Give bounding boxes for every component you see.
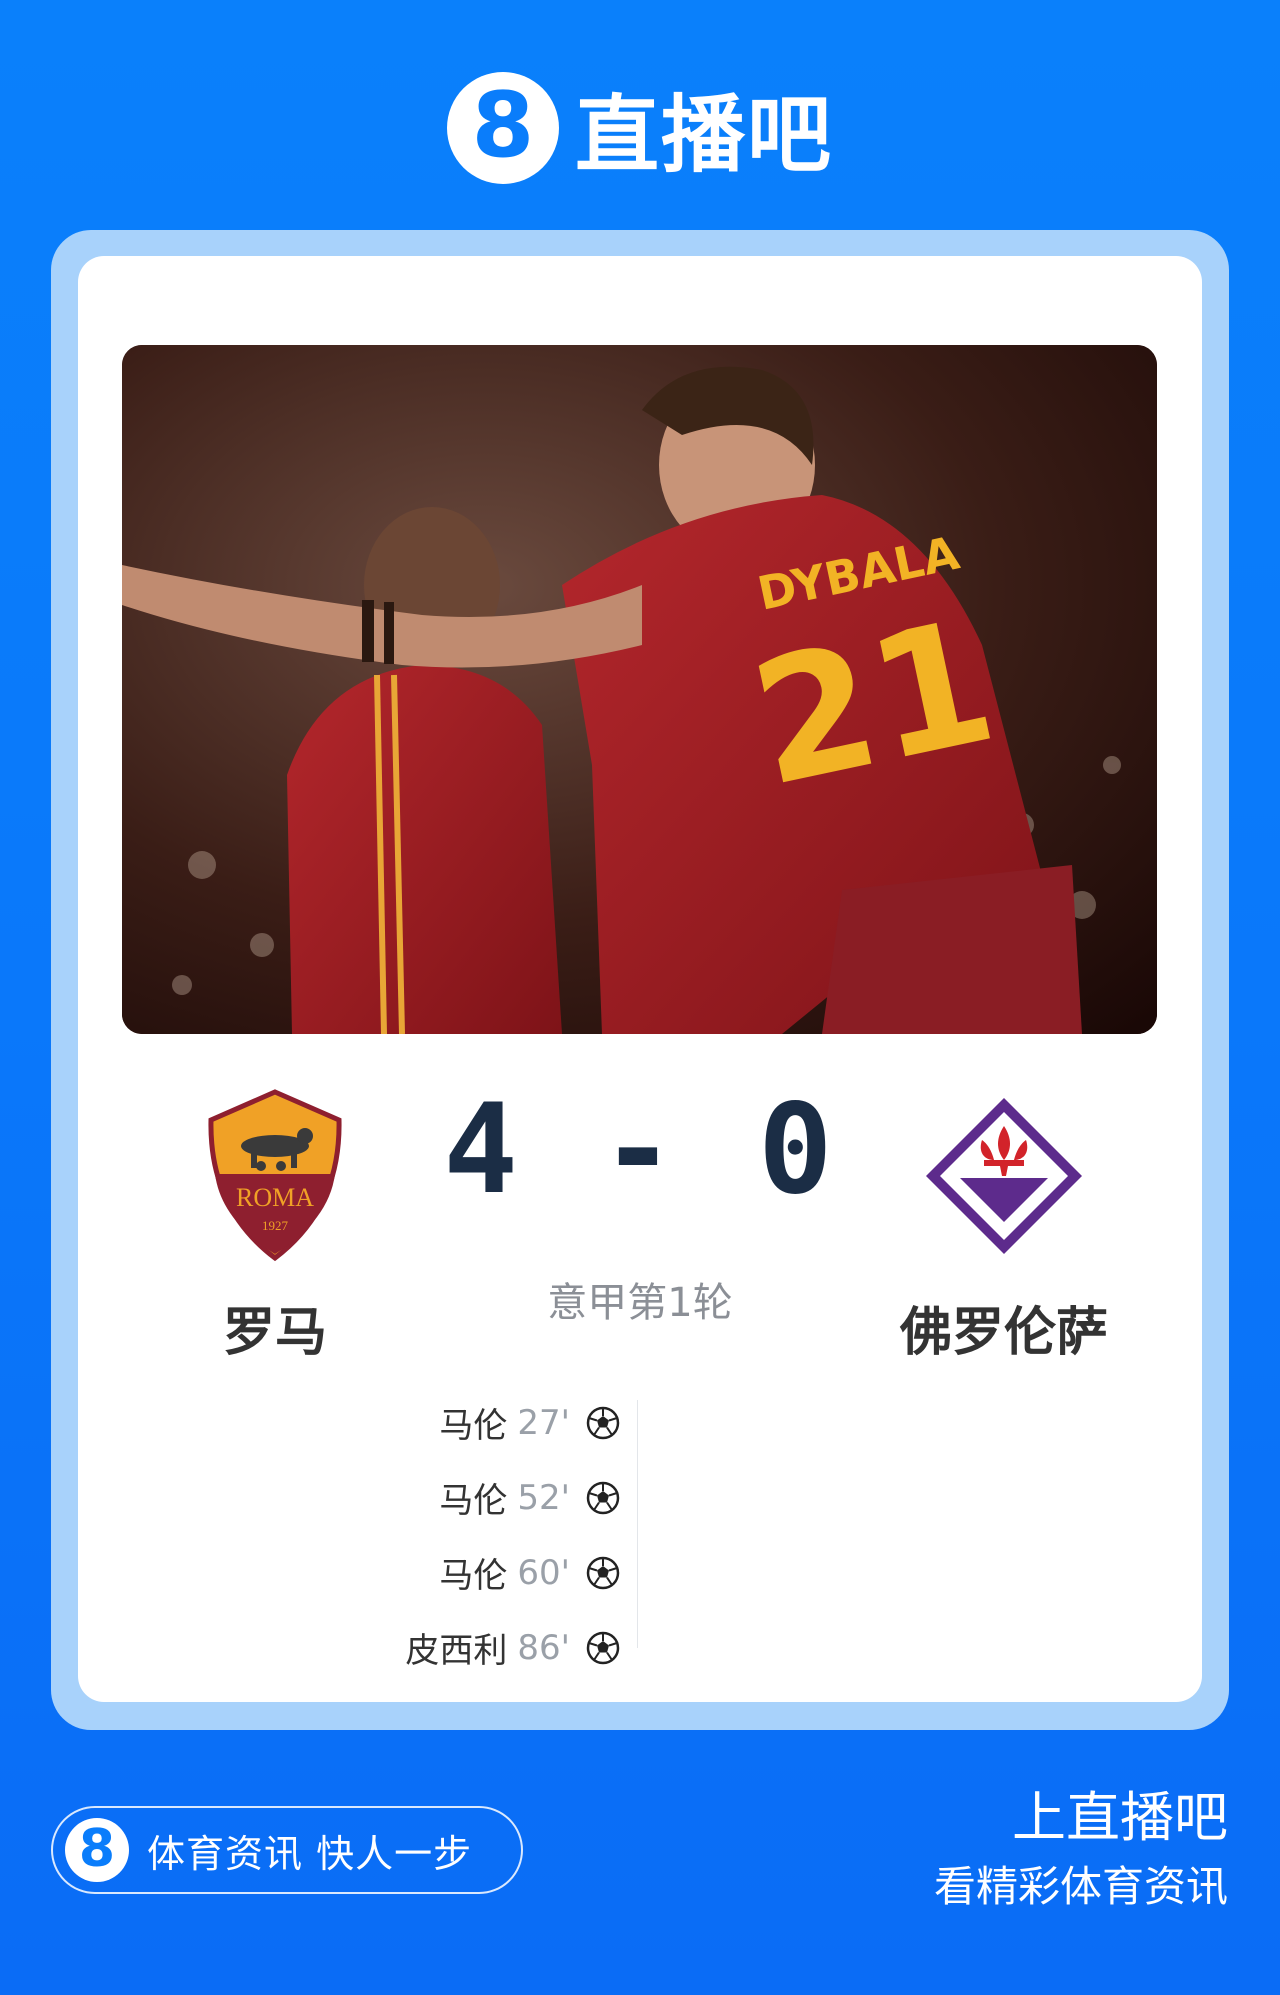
fiorentina-crest-icon (922, 1094, 1086, 1262)
goal-minute: 60' (517, 1552, 570, 1593)
goal-minute: 27' (517, 1402, 570, 1443)
goal-item: 皮西利 86' (300, 1610, 620, 1685)
celebration-image: DYBALA 21 (122, 345, 1157, 1034)
cta-line-2: 看精彩体育资讯 (933, 1862, 1228, 1911)
slogan-text: 体育资讯 快人一步 (147, 1831, 473, 1876)
goal-scorer: 皮西利 (405, 1631, 508, 1671)
home-goals-list: 马伦 27' 马伦 52' 马伦 60' 皮西利 86' (300, 1385, 620, 1685)
footer-cta: 上直播吧 看精彩体育资讯 (934, 1785, 1228, 1917)
crest-year: 1927 (262, 1218, 289, 1233)
match-photo: DYBALA 21 (122, 345, 1157, 1034)
brand-logo-icon: 8 (446, 72, 559, 184)
goal-item: 马伦 52' (300, 1460, 620, 1535)
brand-name: 直播吧 (574, 85, 833, 184)
goal-scorer: 马伦 (439, 1406, 508, 1446)
soccer-ball-icon (586, 1631, 620, 1664)
pill-logo-char: 8 (78, 1818, 116, 1879)
goal-item: 马伦 27' (300, 1385, 620, 1460)
crest-text: ROMA (236, 1183, 314, 1212)
match-round: 意甲第1轮 (547, 1280, 733, 1326)
brand-logo-char: 8 (471, 73, 535, 178)
brand-logo-icon: 8 (65, 1818, 129, 1882)
cta-line-1: 上直播吧 (1012, 1786, 1228, 1849)
brand-header: 8 直播吧 (0, 68, 1280, 188)
goal-scorer: 马伦 (439, 1481, 508, 1521)
goals-divider (637, 1400, 638, 1648)
goal-item: 马伦 60' (300, 1535, 620, 1610)
away-team-name: 佛罗伦萨 (899, 1303, 1108, 1363)
soccer-ball-icon (586, 1556, 620, 1589)
goal-scorer: 马伦 (439, 1556, 508, 1596)
goal-minute: 52' (517, 1477, 570, 1518)
home-team-name: 罗马 (222, 1303, 327, 1363)
as-roma-crest-icon: ROMA 1927 (205, 1088, 345, 1267)
soccer-ball-icon (586, 1406, 620, 1439)
match-score: 4 - 0 (443, 1078, 837, 1222)
goal-minute: 86' (517, 1627, 570, 1668)
soccer-ball-icon (586, 1481, 620, 1514)
slogan-pill[interactable]: 8 体育资讯 快人一步 (51, 1806, 523, 1894)
